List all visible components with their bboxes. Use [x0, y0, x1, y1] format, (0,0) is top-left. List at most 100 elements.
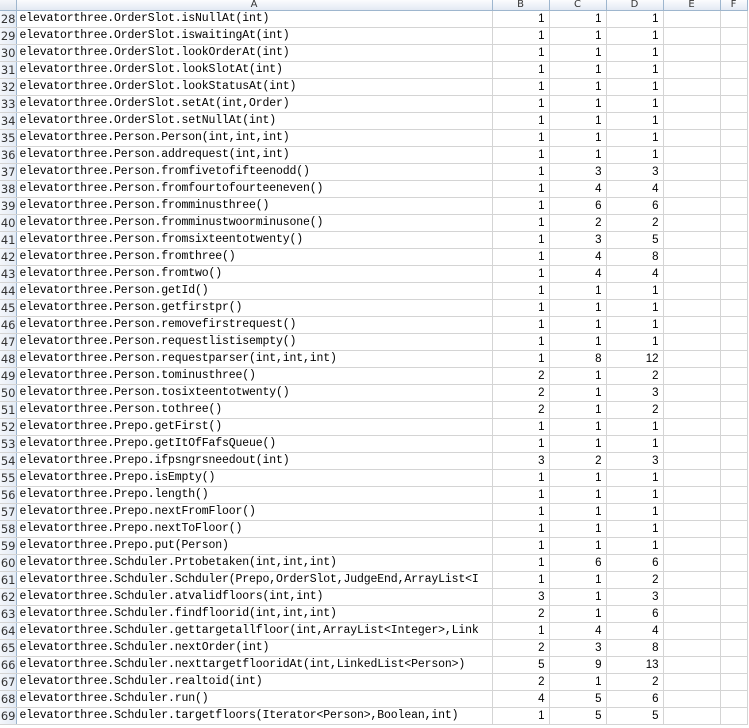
row-number[interactable]: 55: [0, 469, 17, 487]
cell-c[interactable]: 1: [549, 537, 607, 555]
cell-c[interactable]: 4: [549, 622, 607, 640]
cell-c[interactable]: 1: [549, 469, 607, 487]
method-name-cell[interactable]: elevatorthree.Schduler.gettargetallfloor…: [16, 622, 493, 640]
cell-f[interactable]: [720, 571, 748, 589]
cell-b[interactable]: 3: [492, 588, 550, 606]
cell-f[interactable]: [720, 656, 748, 674]
cell-e[interactable]: [663, 622, 721, 640]
column-header-f[interactable]: F: [720, 0, 748, 11]
cell-c[interactable]: 6: [549, 197, 607, 215]
cell-f[interactable]: [720, 418, 748, 436]
column-header-b[interactable]: B: [492, 0, 550, 11]
cell-e[interactable]: [663, 350, 721, 368]
row-number[interactable]: 46: [0, 316, 17, 334]
method-name-cell[interactable]: elevatorthree.Person.addrequest(int,int): [16, 146, 493, 164]
cell-c[interactable]: 1: [549, 520, 607, 538]
cell-e[interactable]: [663, 95, 721, 113]
cell-d[interactable]: 13: [606, 656, 664, 674]
cell-e[interactable]: [663, 503, 721, 521]
cell-e[interactable]: [663, 690, 721, 708]
cell-f[interactable]: [720, 180, 748, 198]
cell-c[interactable]: 1: [549, 27, 607, 45]
cell-c[interactable]: 1: [549, 10, 607, 28]
cell-b[interactable]: 1: [492, 333, 550, 351]
method-name-cell[interactable]: elevatorthree.Person.fromtwo(): [16, 265, 493, 283]
row-number[interactable]: 49: [0, 367, 17, 385]
cell-d[interactable]: 1: [606, 299, 664, 317]
cell-e[interactable]: [663, 78, 721, 96]
row-number[interactable]: 44: [0, 282, 17, 300]
cell-e[interactable]: [663, 265, 721, 283]
cell-d[interactable]: 1: [606, 61, 664, 79]
cell-b[interactable]: 1: [492, 231, 550, 249]
cell-b[interactable]: 1: [492, 10, 550, 28]
row-number[interactable]: 38: [0, 180, 17, 198]
cell-b[interactable]: 2: [492, 367, 550, 385]
select-all-corner[interactable]: [0, 0, 17, 11]
cell-d[interactable]: 2: [606, 571, 664, 589]
cell-e[interactable]: [663, 197, 721, 215]
cell-d[interactable]: 1: [606, 435, 664, 453]
method-name-cell[interactable]: elevatorthree.Schduler.nexttargetfloorid…: [16, 656, 493, 674]
row-number[interactable]: 41: [0, 231, 17, 249]
cell-d[interactable]: 6: [606, 690, 664, 708]
cell-e[interactable]: [663, 571, 721, 589]
cell-e[interactable]: [663, 418, 721, 436]
method-name-cell[interactable]: elevatorthree.Person.requestparser(int,i…: [16, 350, 493, 368]
cell-c[interactable]: 4: [549, 265, 607, 283]
method-name-cell[interactable]: elevatorthree.Prepo.nextFromFloor(): [16, 503, 493, 521]
cell-c[interactable]: 1: [549, 129, 607, 147]
method-name-cell[interactable]: elevatorthree.Person.fromminustwoorminus…: [16, 214, 493, 232]
cell-d[interactable]: 1: [606, 333, 664, 351]
cell-f[interactable]: [720, 401, 748, 419]
row-number[interactable]: 35: [0, 129, 17, 147]
cell-f[interactable]: [720, 197, 748, 215]
cell-c[interactable]: 2: [549, 452, 607, 470]
cell-f[interactable]: [720, 690, 748, 708]
row-number[interactable]: 30: [0, 44, 17, 62]
cell-c[interactable]: 1: [549, 333, 607, 351]
cell-e[interactable]: [663, 27, 721, 45]
row-number[interactable]: 66: [0, 656, 17, 674]
cell-e[interactable]: [663, 231, 721, 249]
cell-d[interactable]: 1: [606, 27, 664, 45]
row-number[interactable]: 47: [0, 333, 17, 351]
cell-d[interactable]: 12: [606, 350, 664, 368]
cell-e[interactable]: [663, 656, 721, 674]
cell-b[interactable]: 2: [492, 384, 550, 402]
row-number[interactable]: 40: [0, 214, 17, 232]
cell-c[interactable]: 6: [549, 554, 607, 572]
cell-b[interactable]: 5: [492, 656, 550, 674]
cell-f[interactable]: [720, 520, 748, 538]
row-number[interactable]: 45: [0, 299, 17, 317]
row-number[interactable]: 60: [0, 554, 17, 572]
method-name-cell[interactable]: elevatorthree.Prepo.length(): [16, 486, 493, 504]
method-name-cell[interactable]: elevatorthree.Prepo.isEmpty(): [16, 469, 493, 487]
cell-f[interactable]: [720, 282, 748, 300]
cell-d[interactable]: 1: [606, 129, 664, 147]
row-number[interactable]: 48: [0, 350, 17, 368]
cell-c[interactable]: 1: [549, 418, 607, 436]
cell-e[interactable]: [663, 61, 721, 79]
cell-f[interactable]: [720, 367, 748, 385]
cell-b[interactable]: 1: [492, 299, 550, 317]
cell-b[interactable]: 1: [492, 537, 550, 555]
cell-d[interactable]: 1: [606, 486, 664, 504]
cell-b[interactable]: 1: [492, 520, 550, 538]
cell-d[interactable]: 3: [606, 384, 664, 402]
cell-b[interactable]: 3: [492, 452, 550, 470]
row-number[interactable]: 58: [0, 520, 17, 538]
cell-c[interactable]: 1: [549, 44, 607, 62]
cell-b[interactable]: 4: [492, 690, 550, 708]
cell-f[interactable]: [720, 10, 748, 28]
method-name-cell[interactable]: elevatorthree.Schduler.run(): [16, 690, 493, 708]
row-number[interactable]: 68: [0, 690, 17, 708]
cell-f[interactable]: [720, 554, 748, 572]
cell-c[interactable]: 1: [549, 384, 607, 402]
cell-b[interactable]: 1: [492, 78, 550, 96]
cell-e[interactable]: [663, 520, 721, 538]
method-name-cell[interactable]: elevatorthree.Prepo.nextToFloor(): [16, 520, 493, 538]
row-number[interactable]: 59: [0, 537, 17, 555]
cell-e[interactable]: [663, 486, 721, 504]
method-name-cell[interactable]: elevatorthree.Person.fromfivetofifteenod…: [16, 163, 493, 181]
